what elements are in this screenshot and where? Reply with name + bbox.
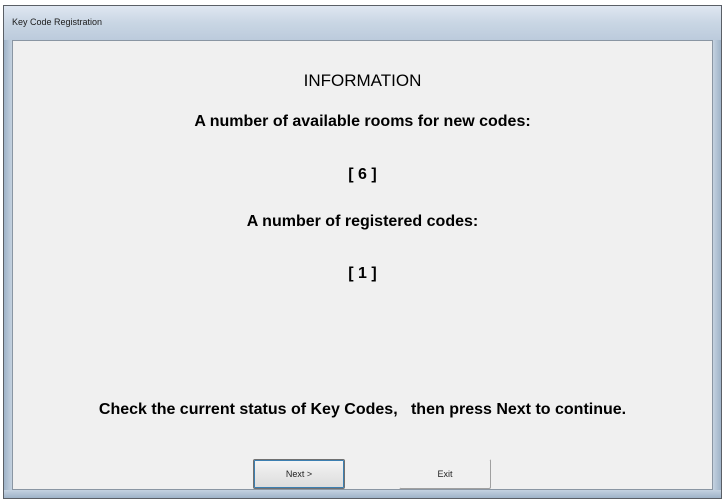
dialog-content: INFORMATION A number of available rooms … — [12, 40, 713, 490]
next-button[interactable]: Next > — [253, 459, 345, 489]
information-heading: INFORMATION — [303, 71, 422, 90]
available-rooms-label: A number of available rooms for new code… — [194, 113, 531, 130]
available-rooms-value: [ 6 ] — [348, 166, 377, 183]
instruction-text: Check the current status of Key Codes, t… — [98, 401, 627, 418]
window-title: Key Code Registration — [12, 17, 103, 27]
window-frame-left — [4, 40, 12, 498]
registered-codes-value: [ 1 ] — [348, 265, 377, 282]
registered-codes-label: A number of registered codes: — [246, 213, 479, 230]
exit-button[interactable]: Exit — [399, 459, 491, 489]
dialog-window: Key Code Registration INFORMATION A numb… — [3, 5, 722, 499]
title-bar[interactable]: Key Code Registration — [4, 6, 721, 40]
window-frame-bottom — [4, 490, 721, 498]
window-frame-right — [713, 40, 721, 498]
